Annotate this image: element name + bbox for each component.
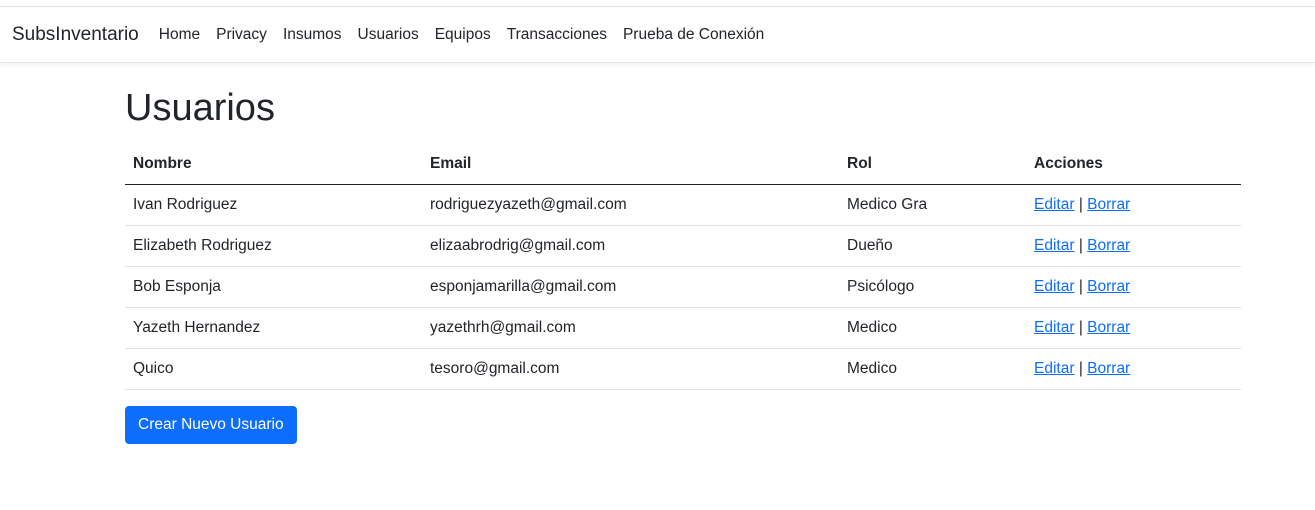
action-separator: | [1078,196,1088,213]
header-nombre: Nombre [125,144,422,185]
delete-link[interactable]: Borrar [1087,360,1130,377]
table-row: Yazeth Hernandez yazethrh@gmail.com Medi… [125,307,1241,349]
nav-link-insumos[interactable]: Insumos [275,26,350,43]
header-rol: Rol [839,144,1026,185]
nav-link-prueba-conexion[interactable]: Prueba de Conexión [615,26,772,43]
action-separator: | [1078,278,1088,295]
edit-link[interactable]: Editar [1034,319,1075,336]
action-separator: | [1078,237,1088,254]
edit-link[interactable]: Editar [1034,196,1075,213]
edit-link[interactable]: Editar [1034,278,1075,295]
edit-link[interactable]: Editar [1034,237,1075,254]
delete-link[interactable]: Borrar [1087,237,1130,254]
nav-link-equipos[interactable]: Equipos [427,26,499,43]
cell-rol: Medico Gra [839,184,1026,226]
table-row: Bob Esponja esponjamarilla@gmail.com Psi… [125,266,1241,308]
cell-nombre: Yazeth Hernandez [125,307,422,349]
cell-acciones: Editar | Borrar [1026,225,1241,267]
main-content: Usuarios Nombre Email Rol Acciones Ivan … [125,80,1241,444]
cell-nombre: Elizabeth Rodriguez [125,225,422,267]
delete-link[interactable]: Borrar [1087,319,1130,336]
delete-link[interactable]: Borrar [1087,278,1130,295]
cell-acciones: Editar | Borrar [1026,266,1241,308]
cell-nombre: Ivan Rodriguez [125,184,422,226]
cell-acciones: Editar | Borrar [1026,348,1241,390]
cell-rol: Medico [839,307,1026,349]
table-header-row: Nombre Email Rol Acciones [125,144,1241,185]
cell-email: tesoro@gmail.com [422,348,839,390]
cell-rol: Dueño [839,225,1026,267]
brand-link[interactable]: SubsInventario [12,24,139,46]
cell-email: elizaabrodrig@gmail.com [422,225,839,267]
cell-email: rodriguezyazeth@gmail.com [422,184,839,226]
header-acciones: Acciones [1026,144,1241,185]
cell-nombre: Quico [125,348,422,390]
nav-link-privacy[interactable]: Privacy [208,26,275,43]
header-email: Email [422,144,839,185]
cell-email: esponjamarilla@gmail.com [422,266,839,308]
nav-link-transacciones[interactable]: Transacciones [499,26,615,43]
table-row: Quico tesoro@gmail.com Medico Editar | B… [125,348,1241,390]
table-row: Ivan Rodriguez rodriguezyazeth@gmail.com… [125,184,1241,226]
nav-list: Home Privacy Insumos Usuarios Equipos Tr… [151,26,773,44]
cell-nombre: Bob Esponja [125,266,422,308]
navbar: SubsInventario Home Privacy Insumos Usua… [0,7,1315,63]
cell-email: yazethrh@gmail.com [422,307,839,349]
cell-acciones: Editar | Borrar [1026,184,1241,226]
cell-rol: Medico [839,348,1026,390]
cell-acciones: Editar | Borrar [1026,307,1241,349]
users-table: Nombre Email Rol Acciones Ivan Rodriguez… [125,144,1241,390]
delete-link[interactable]: Borrar [1087,196,1130,213]
nav-link-usuarios[interactable]: Usuarios [350,26,427,43]
action-separator: | [1078,360,1088,377]
action-separator: | [1078,319,1088,336]
page-title: Usuarios [125,87,275,129]
table-row: Elizabeth Rodriguez elizaabrodrig@gmail.… [125,225,1241,267]
nav-link-home[interactable]: Home [151,26,208,43]
create-user-button[interactable]: Crear Nuevo Usuario [125,406,297,444]
cell-rol: Psicólogo [839,266,1026,308]
edit-link[interactable]: Editar [1034,360,1075,377]
